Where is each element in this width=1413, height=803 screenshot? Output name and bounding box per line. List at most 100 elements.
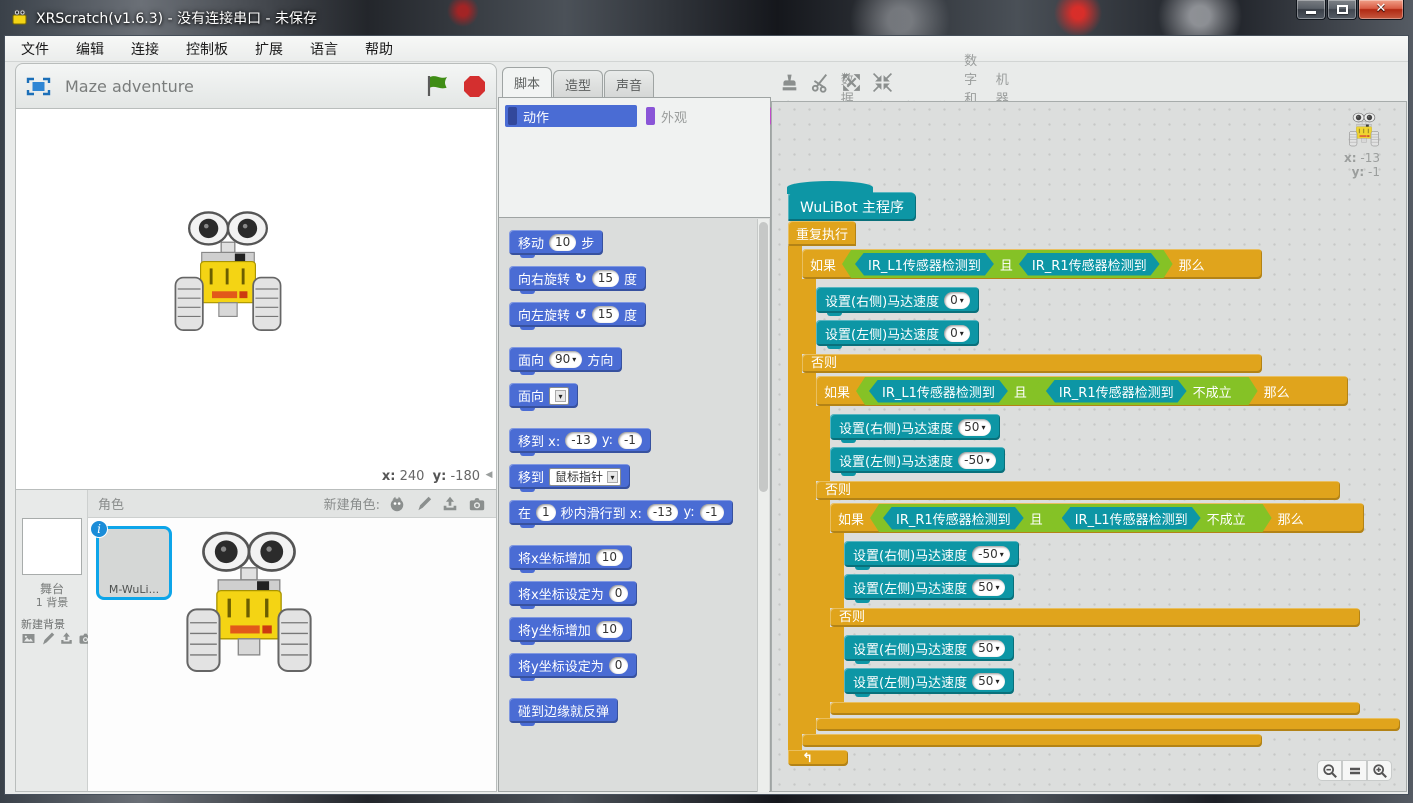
number-input[interactable]: 15 [592,270,619,287]
hat-block-main-program[interactable]: WuLiBot 主程序 [788,192,916,221]
if-else-block-3[interactable]: 如果 IR_R1传感器检测到 且 IR_L1传感器检测到 不成立 [830,503,1400,715]
block-set-y[interactable]: 将y坐标设定为 0 [509,653,637,678]
speed-dropdown[interactable]: -50▾ [958,452,996,469]
backdrop-library-icon[interactable] [21,631,36,646]
and-operator[interactable]: IR_L1传感器检测到 且 IR_R1传感器检测到 不成立 [856,377,1258,405]
if-else-block-2[interactable]: 如果 IR_L1传感器检测到 且 IR_R1传感器检测到 不成立 [816,376,1400,731]
menu-edit[interactable]: 编辑 [76,39,104,59]
number-input[interactable]: 0 [609,657,629,674]
sprite-info-icon[interactable]: i [90,520,108,538]
if-header-3[interactable]: 如果 IR_R1传感器检测到 且 IR_L1传感器检测到 不成立 [830,503,1364,533]
stage-thumbnail[interactable] [22,518,82,575]
if-header-1[interactable]: 如果 IR_L1传感器检测到 且 IR_R1传感器检测到 那么 [802,249,1262,279]
not-operator[interactable]: IR_L1传感器检测到 不成立 [1049,504,1259,532]
if-else-block-1[interactable]: 如果 IR_L1传感器检测到 且 IR_R1传感器检测到 那么 [802,249,1400,747]
else-bar-3[interactable]: 否则 [830,608,1360,627]
if-end-bar-3[interactable] [830,702,1360,715]
script-canvas[interactable]: x: -13 y: -1 WuLiBot 主程序 重复执行 如果 [771,101,1407,792]
speed-dropdown[interactable]: 50▾ [972,579,1005,596]
speed-dropdown[interactable]: -50▾ [972,546,1010,563]
if-end-bar-1[interactable] [802,734,1262,747]
shrink-sprite-icon[interactable] [872,72,893,93]
else-bar-2[interactable]: 否则 [816,481,1340,500]
sensor-ir-r1[interactable]: IR_R1传感器检测到 [883,507,1024,530]
zoom-in-button[interactable] [1367,760,1392,781]
block-goto-target[interactable]: 移到 鼠标指针▾ [509,464,630,489]
target-dropdown[interactable]: 鼠标指针▾ [549,468,621,486]
block-point-towards[interactable]: 面向 ▾ [509,383,578,408]
paint-backdrop-icon[interactable] [40,631,55,646]
not-operator[interactable]: IR_R1传感器检测到 不成立 [1033,377,1245,405]
block-turn-right[interactable]: 向右旋转 ↻ 15 度 [509,266,646,291]
green-flag-button[interactable] [425,74,451,98]
collapse-stage-chevron-icon[interactable]: ◀ [482,470,496,480]
if-end-bar-2[interactable] [816,718,1400,731]
if-header-2[interactable]: 如果 IR_L1传感器检测到 且 IR_R1传感器检测到 不成立 [816,376,1348,406]
number-input[interactable]: 1 [536,504,556,521]
sensor-ir-l1[interactable]: IR_L1传感器检测到 [1062,507,1201,530]
set-right-motor-block[interactable]: 设置(右侧)马达速度 50▾ [830,414,1000,440]
number-input[interactable]: 0 [609,585,629,602]
minimize-button[interactable] [1296,0,1326,20]
number-input[interactable]: 15 [592,306,619,323]
sprite-library-icon[interactable] [388,495,406,513]
and-operator[interactable]: IR_L1传感器检测到 且 IR_R1传感器检测到 [842,250,1173,278]
set-left-motor-block[interactable]: 设置(左侧)马达速度 50▾ [844,574,1014,600]
category-looks[interactable]: 外观 [643,105,767,127]
menu-board[interactable]: 控制板 [186,39,228,59]
tab-scripts[interactable]: 脚本 [502,67,552,97]
title-bar[interactable]: XRScratch(v1.6.3) - 没有连接串口 - 未保存 ✕ [0,0,1413,35]
block-point-direction[interactable]: 面向 90▾ 方向 [509,347,622,372]
menu-help[interactable]: 帮助 [365,39,393,59]
speed-dropdown[interactable]: 0▾ [944,292,970,309]
sensor-ir-l1[interactable]: IR_L1传感器检测到 [855,253,994,276]
menu-connect[interactable]: 连接 [131,39,159,59]
speed-dropdown[interactable]: 0▾ [944,325,970,342]
category-motion[interactable]: 动作 [505,105,637,127]
script-stack[interactable]: WuLiBot 主程序 重复执行 如果 IR_L1传感器检测到 且 [788,180,1400,766]
paint-sprite-icon[interactable] [415,495,432,512]
speed-dropdown[interactable]: 50▾ [972,640,1005,657]
tab-sounds[interactable]: 声音 [604,70,654,97]
sprite-card-selected[interactable]: M-WuLi... i [96,526,172,600]
number-input[interactable]: -1 [700,504,724,521]
forever-block[interactable]: 重复执行 如果 IR_L1传感器检测到 且 IR_R1传感器检测到 [788,221,1400,766]
sensor-ir-r1[interactable]: IR_R1传感器检测到 [1046,380,1187,403]
set-left-motor-block[interactable]: 设置(左侧)马达速度 0▾ [816,320,979,346]
speed-dropdown[interactable]: 50▾ [958,419,991,436]
number-input[interactable]: 10 [549,234,576,251]
menu-file[interactable]: 文件 [21,39,49,59]
robot-sprite[interactable] [164,209,292,337]
stop-button[interactable] [463,75,486,98]
speed-dropdown[interactable]: 50▾ [972,673,1005,690]
number-input[interactable]: -1 [618,432,642,449]
scissors-delete-icon[interactable] [810,72,831,93]
upload-sprite-icon[interactable] [441,495,459,513]
menu-extension[interactable]: 扩展 [255,39,283,59]
set-left-motor-block[interactable]: 设置(左侧)马达速度 50▾ [844,668,1014,694]
block-set-x[interactable]: 将x坐标设定为 0 [509,581,637,606]
set-right-motor-block[interactable]: 设置(右侧)马达速度 50▾ [844,635,1014,661]
set-right-motor-block[interactable]: 设置(右侧)马达速度 -50▾ [844,541,1019,567]
palette-scrollbar[interactable] [757,219,769,792]
number-input[interactable]: 10 [596,621,623,638]
block-goto-xy[interactable]: 移到 x: -13 y: -1 [509,428,651,453]
scrollbar-thumb[interactable] [759,222,768,492]
block-move-steps[interactable]: 移动 10 步 [509,230,603,255]
camera-sprite-icon[interactable] [468,495,486,513]
upload-backdrop-icon[interactable] [59,631,74,646]
maximize-button[interactable] [1327,0,1357,20]
number-input[interactable]: -13 [565,432,597,449]
forever-header[interactable]: 重复执行 [788,221,856,246]
block-change-y[interactable]: 将y坐标增加 10 [509,617,632,642]
else-bar-1[interactable]: 否则 [802,354,1262,373]
block-glide[interactable]: 在 1 秒内滑行到 x: -13 y: -1 [509,500,733,525]
and-operator[interactable]: IR_R1传感器检测到 且 IR_L1传感器检测到 不成立 [870,504,1272,532]
sensor-ir-r1[interactable]: IR_R1传感器检测到 [1019,253,1160,276]
presentation-mode-icon[interactable] [26,77,51,96]
zoom-out-button[interactable] [1317,760,1342,781]
block-change-x[interactable]: 将x坐标增加 10 [509,545,632,570]
block-bounce-on-edge[interactable]: 碰到边缘就反弹 [509,698,618,723]
sensor-ir-l1[interactable]: IR_L1传感器检测到 [869,380,1008,403]
tab-costumes[interactable]: 造型 [553,70,603,97]
